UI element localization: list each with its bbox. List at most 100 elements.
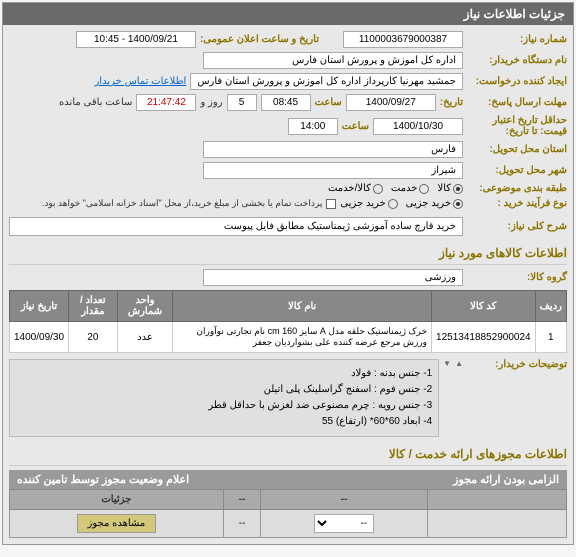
table-header-row: ردیف کد کالا نام کالا واحد شمارش تعداد /… [10, 291, 567, 322]
days-remain: 5 [227, 94, 257, 111]
row-process: نوع فرآیند خرید : خرید جزیی خرید جزیی پر… [9, 198, 567, 209]
radio-goods[interactable]: کالا [437, 183, 463, 194]
permits-cell-empty [427, 510, 566, 538]
permits-sub-header: الزامی بودن ارائه مجوز اعلام وضعیت مجوز … [9, 470, 567, 489]
cell-name: خرک ژیمناستیک حلقه مدل A سایز 160 cm نام… [173, 322, 432, 353]
permits-cell-dash: -- [223, 510, 261, 538]
deadline-time: 08:45 [261, 94, 311, 111]
radio-icon [373, 184, 383, 194]
col-date: تاریخ نیاز [10, 291, 69, 322]
radio-icon [419, 184, 429, 194]
chevron-down-icon[interactable]: ▼ [443, 359, 451, 368]
credit-time: 14:00 [288, 118, 338, 135]
row-deadline: مهلت ارسال پاسخ: تاریخ: 1400/09/27 ساعت … [9, 94, 567, 111]
permits-col2: -- [223, 490, 261, 510]
cell-row: 1 [535, 322, 566, 353]
note-line: 4- ابعاد 60*60* (ارتفاع) 55 [16, 414, 432, 430]
group-label: گروه کالا: [467, 272, 567, 283]
row-category: طبقه بندی موضوعی: کالا خدمت کالا/خدمت [9, 183, 567, 194]
date-lbl-1: تاریخ: [440, 97, 463, 108]
col-unit: واحد شمارش [117, 291, 173, 322]
cell-qty: 20 [69, 322, 118, 353]
radio-both[interactable]: کالا/خدمت [328, 183, 383, 194]
col-code: کد کالا [432, 291, 536, 322]
row-buyer: نام دستگاه خریدار: اداره کل اموزش و پرور… [9, 52, 567, 69]
time-lbl-2: ساعت [342, 121, 369, 132]
permits-row: -- -- مشاهده مجوز [10, 510, 567, 538]
panel-header: جزئیات اطلاعات نیاز [3, 3, 573, 25]
deadline-label: مهلت ارسال پاسخ: [467, 97, 567, 108]
permits-col-empty [427, 490, 566, 510]
table-row: 1 12513418852900024 خرک ژیمناستیک حلقه م… [10, 322, 567, 353]
desc-value: خرید قارچ ساده آموزشی ژیمناستیک مطابق فا… [9, 217, 463, 236]
note-line: 3- جنس رویه : چرم مصنوعی ضد لغزش با حداق… [16, 398, 432, 414]
need-no-value: 1100003679000387 [343, 31, 463, 48]
deadline-date: 1400/09/27 [346, 94, 436, 111]
sub-header-right: الزامی بودن ارائه مجوز [453, 473, 559, 486]
row-desc: شرح کلی نیاز: خرید قارچ ساده آموزشی ژیمن… [9, 217, 567, 236]
permits-cell-select: -- [261, 510, 427, 538]
province-label: استان محل تحویل: [467, 144, 567, 155]
col-row: ردیف [535, 291, 566, 322]
permit-select[interactable]: -- [314, 514, 374, 533]
cell-code: 12513418852900024 [432, 322, 536, 353]
credit-label: حداقل تاریخ اعتبار قیمت: تا تاریخ: [467, 115, 567, 137]
permits-section-title: اطلاعات مجوزهای ارائه خدمت / کالا [9, 443, 567, 466]
col-qty: تعداد / مقدار [69, 291, 118, 322]
process-radios: خرید جزیی خرید جزیی [340, 198, 463, 209]
contact-link[interactable]: اطلاعات تماس خریدار [94, 76, 186, 87]
items-section-title: اطلاعات کالاهای مورد نیاز [9, 242, 567, 265]
row-need-no: شماره نیاز: 1100003679000387 تاریخ و ساع… [9, 31, 567, 48]
days-lbl: روز و [200, 97, 222, 108]
time-lbl-1: ساعت [315, 97, 342, 108]
category-label: طبقه بندی موضوعی: [467, 183, 567, 194]
radio-proc2[interactable]: خرید جزیی [340, 198, 397, 209]
permits-col3: جزئیات [10, 490, 224, 510]
radio-icon [453, 199, 463, 209]
need-no-label: شماره نیاز: [467, 34, 567, 45]
panel-title: جزئیات اطلاعات نیاز [464, 7, 565, 21]
radio-icon [388, 199, 398, 209]
announce-value: 1400/09/21 - 10:45 [76, 31, 196, 48]
credit-date: 1400/10/30 [373, 118, 463, 135]
view-permit-button[interactable]: مشاهده مجوز [77, 514, 157, 533]
permits-sub-body: -- -- جزئیات -- -- مشاهده مجوز [9, 489, 567, 538]
row-creator: ایجاد کننده درخواست: جمشید مهرنیا کارپرد… [9, 73, 567, 90]
panel-body: شماره نیاز: 1100003679000387 تاریخ و ساع… [3, 25, 573, 544]
treasury-checkbox[interactable] [326, 199, 336, 209]
province-value: فارس [203, 141, 463, 158]
cell-date: 1400/09/30 [10, 322, 69, 353]
row-notes: توضیحات خریدار: ▲ ▼ 1- جنس بدنه : فولاد … [9, 359, 567, 437]
radio-service[interactable]: خدمت [391, 183, 430, 194]
process-note: پرداخت تمام یا بخشی از مبلغ خرید،از محل … [42, 198, 322, 209]
cell-unit: عدد [117, 322, 173, 353]
radio-icon [453, 184, 463, 194]
creator-label: ایجاد کننده درخواست: [467, 76, 567, 87]
permits-table: -- -- جزئیات -- -- مشاهده مجوز [9, 489, 567, 538]
desc-label: شرح کلی نیاز: [467, 221, 567, 232]
notes-box: 1- جنس بدنه : فولاد 2- جنس فوم : اسفنج گ… [9, 359, 439, 437]
time-remain: 21:47:42 [136, 94, 196, 111]
buyer-value: اداره کل اموزش و پرورش استان فارس [203, 52, 463, 69]
city-label: شهر محل تحویل: [467, 165, 567, 176]
sub-header-left: اعلام وضعیت مجوز توسط تامین کننده [17, 473, 189, 486]
row-province: استان محل تحویل: فارس [9, 141, 567, 158]
chevron-up-icon[interactable]: ▲ [455, 359, 463, 368]
radio-proc1[interactable]: خرید جزیی [406, 198, 463, 209]
group-value: ورزشی [203, 269, 463, 286]
buyer-label: نام دستگاه خریدار: [467, 55, 567, 66]
city-value: شیراز [203, 162, 463, 179]
announce-label: تاریخ و ساعت اعلان عمومی: [200, 34, 319, 45]
note-line: 1- جنس بدنه : فولاد [16, 366, 432, 382]
row-city: شهر محل تحویل: شیراز [9, 162, 567, 179]
permits-header-row: -- -- جزئیات [10, 490, 567, 510]
permits-col1: -- [261, 490, 427, 510]
process-label: نوع فرآیند خرید : [467, 198, 567, 209]
note-line: 2- جنس فوم : اسفنج گراسلینک پلی اتیلن [16, 382, 432, 398]
creator-value: جمشید مهرنیا کارپرداز اداره کل اموزش و پ… [190, 73, 463, 90]
permits-cell-btn: مشاهده مجوز [10, 510, 224, 538]
row-group: گروه کالا: ورزشی [9, 269, 567, 286]
remain-lbl: ساعت باقی مانده [59, 97, 132, 108]
items-table: ردیف کد کالا نام کالا واحد شمارش تعداد /… [9, 290, 567, 353]
notes-label: توضیحات خریدار: [467, 359, 567, 370]
